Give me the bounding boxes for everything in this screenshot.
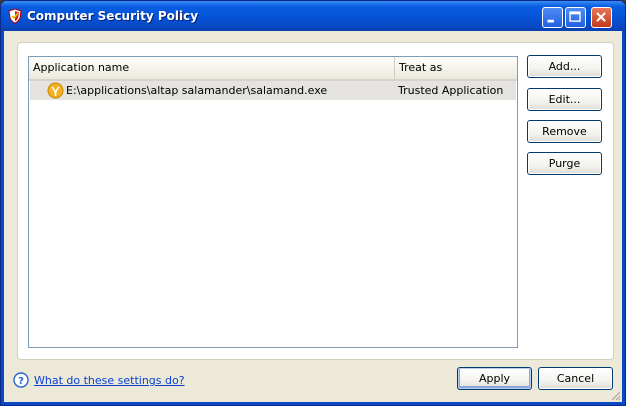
shield-app-icon (8, 8, 22, 24)
maximize-icon (569, 11, 581, 22)
column-header-application-name[interactable]: Application name (29, 57, 395, 79)
apply-button[interactable]: Apply (457, 367, 532, 390)
remove-button[interactable]: Remove (527, 120, 602, 143)
maximize-button[interactable] (565, 7, 586, 28)
policy-panel: Application name Treat as E:\application… (17, 42, 614, 360)
application-path: E:\applications\altap salamander\salaman… (66, 84, 328, 97)
list-header: Application name Treat as (29, 57, 517, 81)
edit-button[interactable]: Edit... (527, 88, 602, 111)
purge-button[interactable]: Purge (527, 152, 602, 175)
column-header-treat-as[interactable]: Treat as (395, 57, 515, 79)
window-title: Computer Security Policy (27, 9, 199, 23)
svg-text:?: ? (18, 376, 24, 387)
treat-as-value: Trusted Application (398, 84, 504, 97)
salamander-app-icon (47, 82, 64, 99)
close-icon (596, 12, 606, 22)
window-frame-left (1, 31, 4, 405)
add-button[interactable]: Add... (527, 55, 602, 78)
dialog-window: Computer Security Policy Application nam… (0, 0, 626, 406)
minimize-icon (547, 19, 554, 23)
help-icon[interactable]: ? (13, 372, 29, 388)
help-link[interactable]: What do these settings do? (34, 374, 185, 387)
application-list[interactable]: Application name Treat as E:\application… (28, 56, 518, 348)
close-button[interactable] (591, 7, 612, 28)
title-bar[interactable]: Computer Security Policy (1, 1, 625, 31)
resize-grip-icon[interactable] (609, 389, 621, 401)
window-frame-right (622, 31, 625, 405)
window-frame-bottom (1, 402, 625, 405)
minimize-button[interactable] (542, 7, 563, 28)
list-item[interactable]: E:\applications\altap salamander\salaman… (30, 81, 516, 100)
cancel-button[interactable]: Cancel (538, 367, 613, 390)
